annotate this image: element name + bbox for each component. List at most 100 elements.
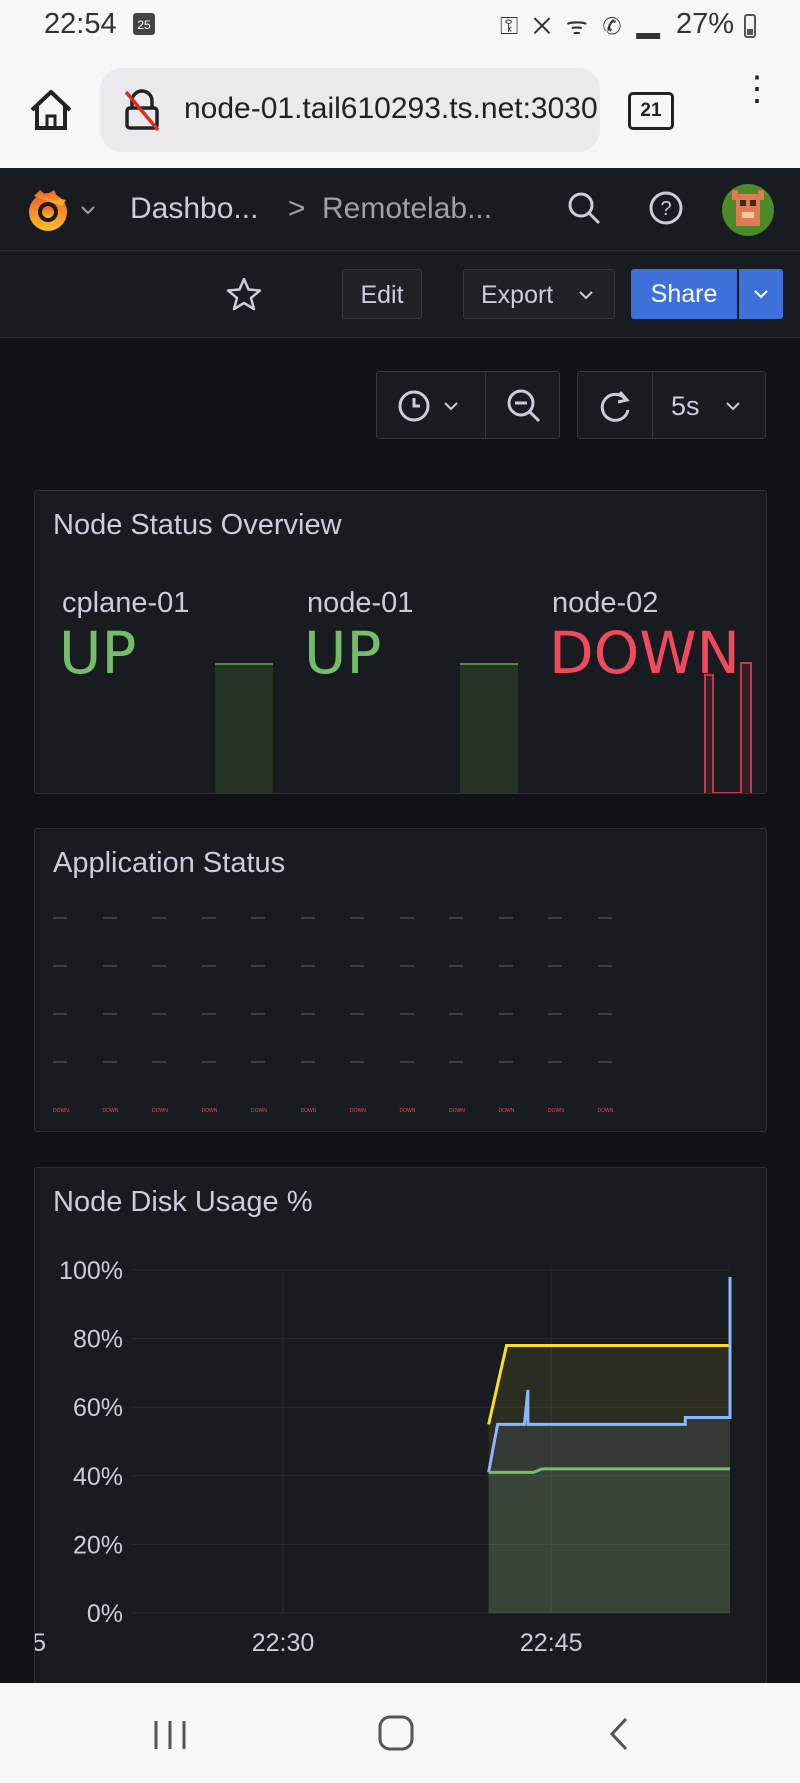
panel-application-status[interactable]: Application Status DOWN DOWN DOWN DOWN DOWN D… — [34, 828, 767, 1132]
app-status-cell — [399, 1061, 414, 1063]
back-icon[interactable] — [606, 1715, 632, 1753]
star-icon[interactable] — [226, 277, 262, 311]
app-status-cell — [548, 917, 562, 919]
more-options-icon[interactable]: ⋮ — [740, 72, 774, 132]
system-nav-bar — [0, 1683, 800, 1783]
app-status-cell — [300, 1061, 315, 1063]
app-status-cell — [399, 965, 414, 967]
app-status-cell — [152, 1061, 166, 1063]
app-status-cell — [201, 1013, 216, 1015]
browser-toolbar: node-01.tail610293.ts.net:3030 21 ⋮ — [0, 52, 800, 168]
battery-icon — [744, 14, 756, 38]
app-status-down-label: DOWN — [201, 1108, 218, 1114]
breadcrumb-current[interactable]: Remotelab... — [322, 192, 492, 226]
y-tick-label: 20% — [73, 1531, 123, 1559]
sparkline-node-02 — [704, 662, 752, 793]
app-status-cell — [350, 1061, 364, 1063]
app-status-down-label: DOWN — [597, 1108, 614, 1114]
app-status-cell — [102, 1061, 117, 1063]
app-status-down-label: DOWN — [300, 1108, 317, 1114]
tab-switcher-button[interactable]: 21 — [628, 92, 674, 130]
x-tick-label: 22:15 — [35, 1629, 46, 1657]
recent-apps-icon[interactable] — [150, 1717, 190, 1753]
stat-name-node-02: node-02 — [552, 587, 659, 619]
app-status-down-label: DOWN — [102, 1108, 119, 1114]
share-options-button[interactable] — [739, 269, 783, 319]
app-status-cell — [53, 1013, 67, 1015]
avatar[interactable] — [722, 184, 774, 236]
app-status-cell — [152, 1013, 166, 1015]
grafana-logo-icon[interactable] — [24, 186, 72, 234]
refresh-interval-picker[interactable]: 5s — [652, 371, 766, 439]
export-label: Export — [481, 281, 554, 309]
app-status-cell — [251, 1013, 265, 1015]
home-nav-icon[interactable] — [376, 1713, 416, 1753]
share-button[interactable]: Share — [631, 269, 737, 319]
refresh-interval-value: 5s — [671, 391, 700, 421]
status-icons: ⚿ ✕ ᯤ ✆ ▂ — [500, 13, 665, 40]
status-bar: 22:54 25 ⚿ ✕ ᯤ ✆ ▂ 27% — [0, 0, 800, 52]
y-tick-label: 40% — [73, 1463, 123, 1491]
app-status-down-label: DOWN — [251, 1108, 267, 1114]
app-status-down-label: DOWN — [350, 1108, 366, 1114]
insecure-lock-icon[interactable] — [122, 88, 162, 132]
clock-icon — [398, 390, 430, 422]
battery-percent: 27% — [676, 8, 735, 40]
y-tick-label: 0% — [87, 1600, 123, 1628]
stat-name-node-01: node-01 — [307, 587, 414, 619]
home-icon[interactable] — [28, 88, 74, 132]
breadcrumb-separator: > — [288, 192, 306, 225]
help-icon[interactable]: ? — [648, 190, 684, 226]
zoom-out-icon — [507, 389, 541, 423]
app-status-cell — [498, 1013, 513, 1015]
app-status-cell — [300, 965, 315, 967]
app-status-cell — [102, 965, 117, 967]
x-tick-label: 22:30 — [252, 1629, 315, 1657]
y-tick-label: 60% — [73, 1394, 123, 1422]
time-picker-button[interactable] — [376, 371, 486, 439]
svg-text:?: ? — [660, 198, 671, 220]
app-status-cell — [251, 965, 265, 967]
app-status-down-label: DOWN — [53, 1108, 69, 1114]
app-status-cell — [449, 917, 463, 919]
app-status-cell — [498, 1061, 513, 1063]
address-bar[interactable]: node-01.tail610293.ts.net:3030 — [100, 68, 600, 152]
app-status-cell — [152, 965, 166, 967]
app-status-cell — [201, 1061, 216, 1063]
app-status-cell — [201, 965, 216, 967]
refresh-button[interactable] — [577, 371, 653, 439]
app-status-cell — [251, 917, 265, 919]
zoom-out-button[interactable] — [485, 371, 560, 439]
app-status-cell — [53, 917, 67, 919]
sparkline-node-01 — [460, 663, 518, 793]
stat-name-cplane-01: cplane-01 — [62, 587, 190, 619]
app-status-cell — [102, 917, 117, 919]
app-status-cell — [102, 1013, 117, 1015]
url-text[interactable]: node-01.tail610293.ts.net:3030 — [184, 92, 598, 126]
search-icon[interactable] — [566, 190, 602, 226]
app-status-down-label: DOWN — [399, 1108, 416, 1114]
y-tick-label: 80% — [73, 1326, 123, 1354]
edit-button[interactable]: Edit — [342, 269, 422, 319]
app-status-cell — [498, 917, 513, 919]
disk-usage-chart[interactable]: 100%80%60%40%20%0%22:0022:1522:3022:45 — [35, 1168, 767, 1687]
app-status-down-label: DOWN — [548, 1108, 564, 1114]
app-status-cell — [399, 917, 414, 919]
chevron-down-icon[interactable] — [80, 204, 96, 216]
app-status-cell — [251, 1061, 265, 1063]
panel-node-status[interactable]: Node Status Overview cplane-01 UP node-0… — [34, 490, 767, 794]
app-status-cell — [350, 917, 364, 919]
stat-value-cplane-01: UP — [59, 619, 137, 687]
app-status-cell — [597, 917, 612, 919]
app-status-cell — [597, 1013, 612, 1015]
grafana-top-nav: Dashbo... > Remotelab... ? — [0, 168, 800, 251]
app-status-grid: DOWN DOWN DOWN DOWN DOWN DOWN DOWN DOWN DOWN DOWN… — [35, 829, 766, 1131]
app-status-cell — [53, 1061, 67, 1063]
app-status-cell — [300, 917, 315, 919]
breadcrumb-dashboards[interactable]: Dashbo... — [130, 192, 258, 226]
export-button[interactable]: Export — [463, 269, 615, 319]
panel-disk-usage[interactable]: Node Disk Usage % 100%80%60%40%20%0%22:0… — [34, 1167, 767, 1687]
app-status-cell — [597, 965, 612, 967]
y-tick-label: 100% — [59, 1257, 123, 1285]
app-status-down-label: DOWN — [152, 1108, 168, 1114]
